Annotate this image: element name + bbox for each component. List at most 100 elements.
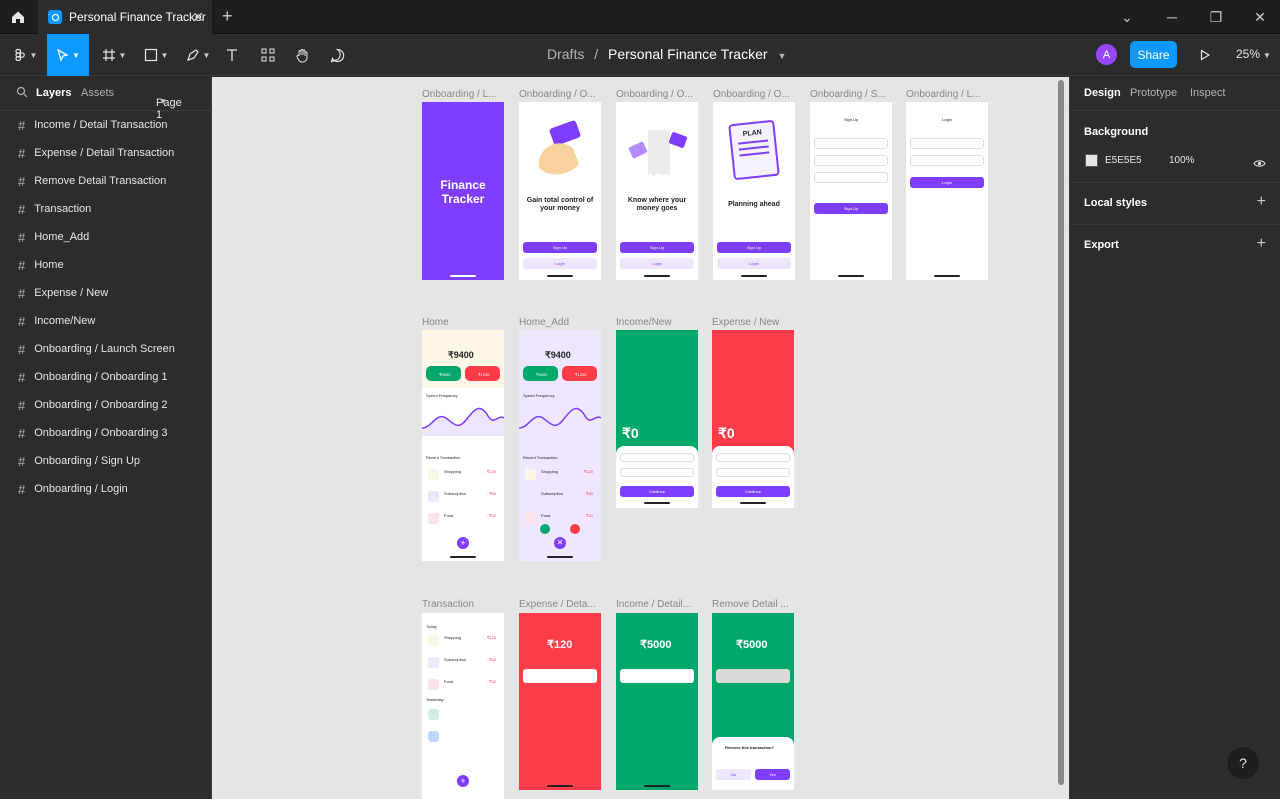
- login-submit-button[interactable]: Login: [910, 177, 984, 188]
- list-item[interactable]: Shopping - ₹120: [523, 467, 597, 482]
- home-icon[interactable]: [0, 0, 36, 34]
- expense-amount-input[interactable]: ₹0: [718, 425, 735, 442]
- signup-button[interactable]: Sign Up: [620, 242, 694, 253]
- add-export-icon[interactable]: +: [1257, 235, 1266, 253]
- frame-label-expense-detail[interactable]: Expense / Deta...: [519, 599, 601, 610]
- pen-tool-button[interactable]: ▼: [180, 34, 216, 76]
- search-icon[interactable]: [16, 86, 28, 101]
- move-tool-button[interactable]: ▼: [47, 34, 89, 76]
- add-fab-icon[interactable]: +: [457, 775, 469, 787]
- canvas-scrollbar[interactable]: [1058, 80, 1064, 785]
- share-button[interactable]: Share: [1130, 41, 1177, 68]
- email-field[interactable]: [910, 138, 984, 149]
- help-button[interactable]: ?: [1227, 747, 1259, 779]
- layer-item[interactable]: # Onboarding / Launch Screen: [0, 335, 211, 363]
- frame-signup[interactable]: Sign Up Sign Up: [810, 102, 892, 280]
- chevron-down-icon[interactable]: ⌄: [1107, 0, 1147, 34]
- frame-home-add[interactable]: ₹9400 ₹5000 ₹1200 Spend Frequency Recent…: [519, 330, 601, 561]
- maximize-icon[interactable]: ❐: [1196, 0, 1236, 34]
- list-item[interactable]: [426, 729, 500, 744]
- frame-remove-detail[interactable]: ₹5000 Remove this transaction? No Yes: [712, 613, 794, 790]
- main-menu-button[interactable]: ▼: [6, 34, 44, 76]
- frame-label-onboarding-2[interactable]: Onboarding / O...: [616, 89, 698, 100]
- email-field[interactable]: [814, 155, 888, 166]
- tab-prototype[interactable]: Prototype: [1130, 87, 1177, 99]
- list-item[interactable]: Food - ₹32: [523, 511, 597, 526]
- name-field[interactable]: [814, 138, 888, 149]
- frame-onboarding-1[interactable]: Gain total control of your money Sign Up…: [519, 102, 601, 280]
- new-tab-icon[interactable]: +: [222, 6, 233, 27]
- frame-label-onboarding-3[interactable]: Onboarding / O...: [713, 89, 795, 100]
- password-field[interactable]: [814, 172, 888, 183]
- layer-item[interactable]: # Onboarding / Login: [0, 475, 211, 503]
- layer-item[interactable]: # Remove Detail Transaction: [0, 167, 211, 195]
- frame-login[interactable]: Login Login: [906, 102, 988, 280]
- tab-layers[interactable]: Layers: [36, 87, 71, 99]
- layer-item[interactable]: # Expense / New: [0, 279, 211, 307]
- add-fab-icon[interactable]: +: [457, 537, 469, 549]
- tab-design[interactable]: Design: [1084, 87, 1121, 99]
- minimize-icon[interactable]: ─: [1152, 0, 1192, 34]
- frame-label-remove-detail[interactable]: Remove Detail ...: [712, 599, 794, 610]
- background-swatch[interactable]: [1085, 154, 1098, 167]
- layer-item[interactable]: # Expense / Detail Transaction: [0, 139, 211, 167]
- tab-assets[interactable]: Assets: [81, 87, 114, 99]
- frame-label-launch[interactable]: Onboarding / L...: [422, 89, 504, 100]
- frame-label-expense-new[interactable]: Expense / New: [712, 317, 794, 328]
- avatar[interactable]: A: [1096, 44, 1117, 65]
- text-tool-button[interactable]: [222, 34, 242, 76]
- add-income-button[interactable]: [540, 524, 550, 534]
- close-tab-icon[interactable]: ✕: [192, 9, 204, 26]
- hand-tool-button[interactable]: [292, 34, 312, 76]
- income-amount-input[interactable]: ₹0: [622, 425, 639, 442]
- frame-label-home[interactable]: Home: [422, 317, 504, 328]
- add-expense-button[interactable]: [570, 524, 580, 534]
- layer-item[interactable]: # Home: [0, 251, 211, 279]
- background-opacity[interactable]: 100%: [1169, 155, 1195, 166]
- continue-button[interactable]: Continue: [716, 486, 790, 497]
- signup-button[interactable]: Sign Up: [717, 242, 791, 253]
- file-menu-chevron-icon[interactable]: ▼: [777, 51, 786, 61]
- list-item[interactable]: Food - ₹32: [426, 677, 500, 692]
- zoom-menu[interactable]: 25% ▼: [1236, 47, 1271, 61]
- login-button[interactable]: Login: [717, 258, 791, 269]
- frame-label-income-detail[interactable]: Income / Detail...: [616, 599, 698, 610]
- list-item[interactable]: Subscription - ₹80: [426, 489, 500, 504]
- frame-label-transaction[interactable]: Transaction: [422, 599, 504, 610]
- list-item[interactable]: Subscription - ₹80: [426, 655, 500, 670]
- signup-button[interactable]: Sign Up: [523, 242, 597, 253]
- frame-label-signup[interactable]: Onboarding / S...: [810, 89, 892, 100]
- layer-item[interactable]: # Home_Add: [0, 223, 211, 251]
- layer-item[interactable]: # Onboarding / Onboarding 1: [0, 363, 211, 391]
- layer-item[interactable]: # Onboarding / Sign Up: [0, 447, 211, 475]
- list-item[interactable]: Food - ₹32: [426, 511, 500, 526]
- tab-inspect[interactable]: Inspect: [1190, 87, 1225, 99]
- yes-button[interactable]: Yes: [755, 769, 790, 780]
- login-button[interactable]: Login: [523, 258, 597, 269]
- layer-item[interactable]: # Income/New: [0, 307, 211, 335]
- background-hex[interactable]: E5E5E5: [1105, 155, 1142, 166]
- frame-expense-new[interactable]: ₹0 Continue: [712, 330, 794, 508]
- layer-item[interactable]: # Transaction: [0, 195, 211, 223]
- file-tab[interactable]: Personal Finance Tracker ✕: [38, 0, 212, 34]
- file-name[interactable]: Personal Finance Tracker: [608, 46, 768, 62]
- canvas[interactable]: Onboarding / L... Onboarding / O... Onbo…: [212, 77, 1069, 799]
- list-item[interactable]: Shopping - ₹120: [426, 467, 500, 482]
- breadcrumb-drafts[interactable]: Drafts: [547, 46, 584, 62]
- description-field[interactable]: [620, 468, 694, 477]
- frame-label-onboarding-1[interactable]: Onboarding / O...: [519, 89, 601, 100]
- frame-launch-screen[interactable]: Finance Tracker: [422, 102, 504, 280]
- frame-onboarding-2[interactable]: Know where your money goes Sign Up Login: [616, 102, 698, 280]
- frame-income-detail[interactable]: ₹5000: [616, 613, 698, 790]
- list-item[interactable]: Shopping - ₹120: [426, 633, 500, 648]
- frame-transaction[interactable]: Today Shopping - ₹120 Subscription - ₹80 F…: [422, 613, 504, 799]
- frame-label-home-add[interactable]: Home_Add: [519, 317, 601, 328]
- list-item[interactable]: [426, 707, 500, 722]
- description-field[interactable]: [716, 468, 790, 477]
- signup-submit-button[interactable]: Sign Up: [814, 203, 888, 214]
- close-fab-icon[interactable]: ✕: [554, 537, 566, 549]
- close-window-icon[interactable]: ✕: [1240, 0, 1280, 34]
- category-select[interactable]: [716, 453, 790, 462]
- shape-tool-button[interactable]: ▼: [138, 34, 174, 76]
- frame-income-new[interactable]: ₹0 Continue: [616, 330, 698, 508]
